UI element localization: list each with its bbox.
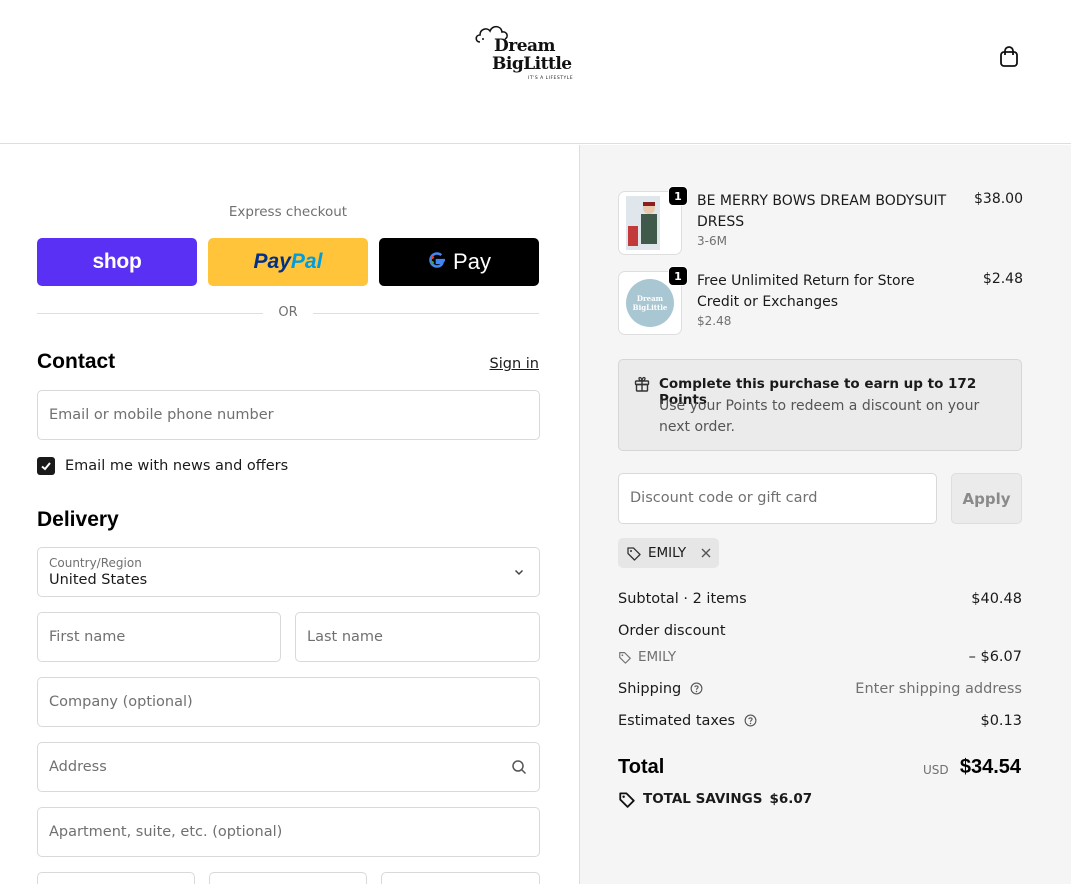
- logo-line-2: BigLittle: [492, 54, 572, 74]
- paypal-label-pal: Pal: [290, 250, 323, 273]
- newsletter-checkbox-row[interactable]: Email me with news and offers: [37, 456, 288, 476]
- apply-discount-button[interactable]: Apply: [951, 473, 1022, 524]
- company-placeholder: Company (optional): [49, 694, 193, 710]
- country-value: United States: [49, 572, 148, 588]
- gift-icon: [634, 376, 650, 392]
- product-thumbnail: 1: [618, 186, 688, 255]
- paypal-button[interactable]: Pay Pal: [208, 238, 368, 286]
- search-icon: [512, 760, 527, 775]
- site-header: Dream BigLittle IT'S A LIFESTYLE: [0, 0, 1071, 144]
- store-logo[interactable]: Dream BigLittle IT'S A LIFESTYLE: [474, 22, 586, 86]
- company-field[interactable]: Company (optional): [37, 677, 540, 727]
- google-g-icon: [427, 249, 447, 276]
- discount-code-label: EMILY: [648, 545, 687, 561]
- remove-discount-icon[interactable]: [700, 547, 712, 559]
- order-summary: 1 BE MERRY BOWS DREAM BODYSUIT DRESS 3-6…: [579, 145, 1071, 884]
- taxes-value: $0.13: [980, 713, 1022, 729]
- order-discount-row: Order discount: [618, 623, 1022, 639]
- address-placeholder: Address: [49, 759, 107, 775]
- last-name-field[interactable]: Last name: [295, 612, 540, 662]
- total-label: Total: [618, 756, 665, 778]
- item-price: $38.00: [974, 191, 1023, 207]
- shopping-bag-icon[interactable]: [996, 44, 1022, 70]
- checkmark-icon: [41, 462, 51, 471]
- google-pay-label: Pay: [453, 249, 491, 274]
- discount-code-input[interactable]: Discount code or gift card: [618, 473, 937, 524]
- taxes-row: Estimated taxes $0.13: [618, 713, 1022, 729]
- address-field[interactable]: Address: [37, 742, 540, 792]
- logo-line-1: Dream: [494, 36, 556, 56]
- cart-item: Dream BigLittle 1 Free Unlimited Return …: [618, 266, 1023, 337]
- newsletter-checkbox[interactable]: [37, 457, 55, 475]
- tag-icon: [619, 652, 631, 664]
- total-savings: TOTAL SAVINGS $6.07: [618, 790, 812, 808]
- subtotal-row: Subtotal · 2 items $40.48: [618, 591, 1022, 607]
- item-name: BE MERRY BOWS DREAM BODYSUIT DRESS: [697, 193, 947, 230]
- express-checkout-label: Express checkout: [228, 204, 348, 220]
- country-label: Country/Region: [49, 556, 142, 570]
- discount-detail-code: EMILY: [638, 649, 677, 665]
- country-select[interactable]: Country/Region United States: [37, 547, 540, 597]
- newsletter-label: Email me with news and offers: [65, 458, 289, 474]
- subtotal-label: Subtotal · 2 items: [618, 591, 747, 607]
- apartment-field[interactable]: Apartment, suite, etc. (optional): [37, 807, 540, 857]
- help-icon[interactable]: [744, 714, 757, 727]
- logo-tagline: IT'S A LIFESTYLE: [528, 76, 574, 81]
- savings-value: $6.07: [769, 791, 813, 807]
- shipping-value: Enter shipping address: [855, 681, 1022, 697]
- first-name-field[interactable]: First name: [37, 612, 281, 662]
- apartment-placeholder: Apartment, suite, etc. (optional): [49, 824, 283, 840]
- last-name-placeholder: Last name: [307, 629, 383, 645]
- total-value: $34.54: [959, 756, 1021, 778]
- shop-pay-label: shop: [92, 250, 142, 273]
- shop-pay-button[interactable]: shop: [37, 238, 197, 286]
- svg-text:BigLittle: BigLittle: [633, 303, 668, 312]
- subtotal-value: $40.48: [971, 591, 1022, 607]
- google-pay-button[interactable]: Pay: [379, 238, 539, 286]
- currency-code: USD: [923, 763, 949, 777]
- order-discount-label: Order discount: [618, 623, 726, 639]
- checkout-form: Express checkout shop Pay Pal Pay OR Cont…: [0, 145, 579, 884]
- or-divider: OR: [37, 305, 539, 321]
- shipping-row: Shipping Enter shipping address: [618, 681, 1022, 697]
- tag-icon: [619, 792, 635, 808]
- applied-discount-chip: EMILY: [618, 538, 719, 568]
- delivery-title: Delivery: [37, 508, 119, 531]
- item-variant: 3-6M: [697, 234, 727, 248]
- help-icon[interactable]: [690, 682, 703, 695]
- state-field[interactable]: [209, 872, 367, 884]
- city-field[interactable]: [37, 872, 195, 884]
- tag-icon: [627, 547, 641, 561]
- svg-text:Dream: Dream: [637, 294, 664, 303]
- points-body: Use your Points to redeem a discount on …: [659, 398, 980, 435]
- quantity-badge: 1: [668, 186, 688, 206]
- contact-title: Contact: [37, 350, 116, 373]
- divider-line: [313, 313, 539, 314]
- item-price: $2.48: [982, 271, 1023, 287]
- discount-value: – $6.07: [968, 649, 1022, 665]
- zip-field[interactable]: [381, 872, 540, 884]
- item-variant: $2.48: [697, 314, 732, 328]
- email-field[interactable]: Email or mobile phone number: [37, 390, 540, 440]
- chevron-down-icon: [514, 569, 524, 576]
- shipping-label: Shipping: [618, 681, 682, 697]
- taxes-label: Estimated taxes: [618, 713, 736, 729]
- cart-item: 1 BE MERRY BOWS DREAM BODYSUIT DRESS 3-6…: [618, 186, 1023, 257]
- quantity-badge: 1: [668, 266, 688, 286]
- discount-detail-row: EMILY – $6.07: [618, 649, 1022, 668]
- paypal-label-pay: Pay: [253, 250, 291, 273]
- discount-placeholder: Discount code or gift card: [630, 490, 818, 506]
- first-name-placeholder: First name: [49, 629, 126, 645]
- sign-in-link[interactable]: Sign in: [490, 356, 539, 372]
- loyalty-points-banner: Complete this purchase to earn up to 172…: [618, 359, 1022, 451]
- item-name: Free Unlimited Return for Store Credit o…: [697, 273, 915, 310]
- product-thumbnail: Dream BigLittle 1: [618, 266, 688, 335]
- email-placeholder: Email or mobile phone number: [49, 407, 274, 423]
- savings-label: TOTAL SAVINGS: [643, 791, 763, 807]
